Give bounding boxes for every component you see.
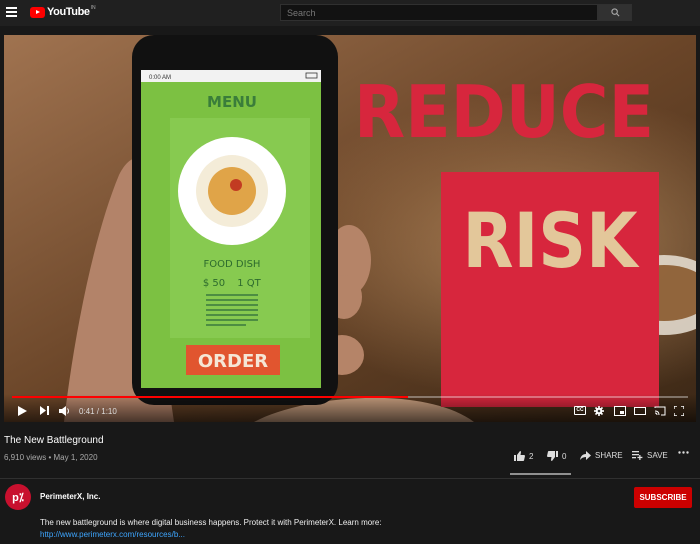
youtube-play-icon xyxy=(30,6,45,18)
channel-avatar[interactable]: p⁒ xyxy=(5,484,31,510)
search-button[interactable] xyxy=(598,4,632,21)
save-button[interactable]: SAVE xyxy=(632,451,668,460)
theater-mode-icon[interactable] xyxy=(634,406,646,416)
description-link[interactable]: http://www.perimeterx.com/resources/b... xyxy=(40,530,185,539)
search-input[interactable]: Search xyxy=(280,4,598,21)
volume-icon[interactable] xyxy=(59,406,71,416)
like-button[interactable]: 2 xyxy=(514,451,533,461)
like-count: 2 xyxy=(529,451,534,461)
dish-qty: 1 QT xyxy=(237,278,261,289)
menu-title: MENU xyxy=(207,93,257,111)
headline-risk: RISK xyxy=(463,196,641,285)
miniplayer-icon[interactable] xyxy=(614,406,626,416)
logo-country: IN xyxy=(90,5,96,11)
share-icon xyxy=(580,451,591,460)
like-ratio-bar xyxy=(510,473,571,475)
video-frame: 0:00 AM MENU FOOD DISH $ 50 1 QT ORDER R… xyxy=(4,35,696,422)
playlist-add-icon xyxy=(632,451,643,460)
progress-fill xyxy=(12,396,409,398)
channel-name[interactable]: PerimeterX, Inc. xyxy=(40,492,100,501)
captions-button[interactable]: CC xyxy=(574,406,586,415)
logo-text: YouTube xyxy=(47,6,90,18)
headline-reduce: REDUCE xyxy=(354,70,654,154)
dish-name: FOOD DISH xyxy=(204,259,261,270)
order-label: ORDER xyxy=(198,351,268,372)
dislike-count: 0 xyxy=(562,451,567,461)
play-icon[interactable] xyxy=(18,406,27,416)
video-title: The New Battleground xyxy=(4,435,104,446)
more-actions-button[interactable] xyxy=(678,451,693,454)
save-label: SAVE xyxy=(647,451,668,460)
menu-icon[interactable] xyxy=(6,7,17,17)
more-horizontal-icon xyxy=(678,451,689,454)
fullscreen-icon[interactable] xyxy=(674,406,684,416)
phone-time: 0:00 AM xyxy=(149,75,171,81)
cast-icon[interactable] xyxy=(654,406,666,416)
views-date: 6,910 views • May 1, 2020 xyxy=(4,453,98,462)
subscribe-button[interactable]: SUBSCRIBE xyxy=(634,487,692,508)
top-bar: YouTube IN Search xyxy=(0,0,700,26)
share-label: SHARE xyxy=(595,451,623,460)
youtube-logo[interactable]: YouTube IN xyxy=(30,5,96,18)
time-display: 0:41 / 1:10 xyxy=(79,407,117,416)
dislike-button[interactable]: 0 xyxy=(547,451,566,461)
settings-gear-icon[interactable] xyxy=(594,406,604,416)
dish-price: $ 50 xyxy=(203,278,225,289)
thumbs-up-icon xyxy=(514,451,525,461)
share-button[interactable]: SHARE xyxy=(580,451,623,460)
player-controls: 0:41 / 1:10 CC xyxy=(4,394,696,422)
divider xyxy=(0,478,700,479)
progress-bar[interactable] xyxy=(12,396,688,398)
thumbs-down-icon xyxy=(547,451,558,461)
video-player[interactable]: 0:00 AM MENU FOOD DISH $ 50 1 QT ORDER R… xyxy=(4,35,696,422)
next-icon[interactable] xyxy=(40,406,49,415)
search-icon xyxy=(611,8,620,17)
video-description: The new battleground is where digital bu… xyxy=(40,518,382,527)
